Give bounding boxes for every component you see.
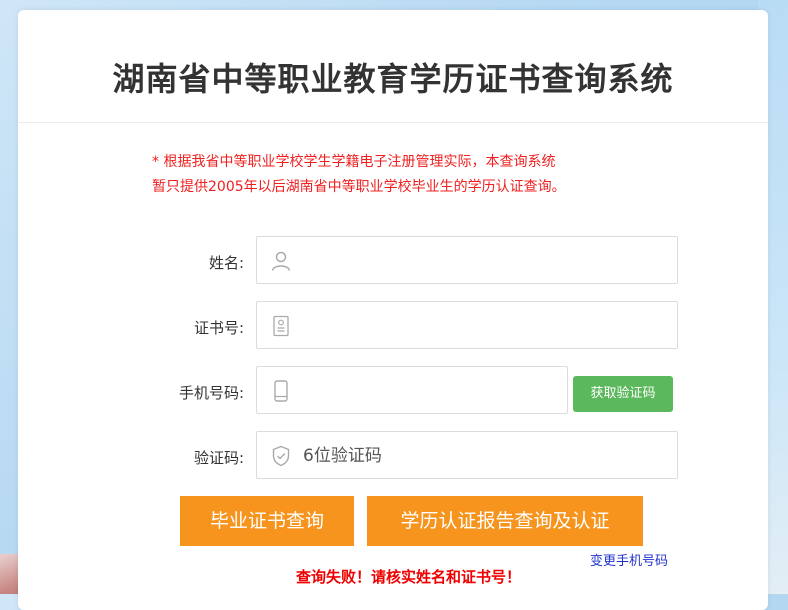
get-code-button[interactable]: 获取验证码 <box>573 376 673 412</box>
phone-label: 手机号码: <box>178 384 244 402</box>
phone-input[interactable] <box>301 367 561 415</box>
name-input[interactable] <box>301 237 671 285</box>
title-divider <box>18 122 768 123</box>
name-label: 姓名: <box>208 254 244 272</box>
code-label: 验证码: <box>193 449 244 467</box>
name-field[interactable] <box>256 236 678 285</box>
cert-field[interactable] <box>256 301 678 350</box>
mobile-phone-icon <box>274 380 288 402</box>
user-icon <box>271 251 291 271</box>
notice-line-1: * 根据我省中等职业学校学生学籍电子注册管理实际，本查询系统 <box>152 154 556 170</box>
cert-input[interactable] <box>301 302 671 350</box>
notice-text: * 根据我省中等职业学校学生学籍电子注册管理实际，本查询系统 暂只提供2005年… <box>152 150 652 200</box>
error-message: 查询失败！请核实姓名和证书号！ <box>296 568 522 586</box>
cert-label: 证书号: <box>193 319 244 337</box>
page-title: 湖南省中等职业教育学历证书查询系统 <box>112 60 674 98</box>
notice-line-2: 暂只提供2005年以后湖南省中等职业学校毕业生的学历认证查询。 <box>152 179 566 195</box>
phone-field[interactable] <box>256 366 568 415</box>
code-input[interactable] <box>301 432 671 480</box>
cert-query-button[interactable]: 毕业证书查询 <box>180 496 354 546</box>
shield-check-icon <box>272 445 290 467</box>
query-card: 湖南省中等职业教育学历证书查询系统 * 根据我省中等职业学校学生学籍电子注册管理… <box>18 10 768 610</box>
change-phone-link[interactable]: 变更手机号码 <box>590 550 668 569</box>
code-field[interactable] <box>256 431 678 480</box>
report-query-button[interactable]: 学历认证报告查询及认证 <box>367 496 643 546</box>
id-card-icon <box>273 315 289 337</box>
